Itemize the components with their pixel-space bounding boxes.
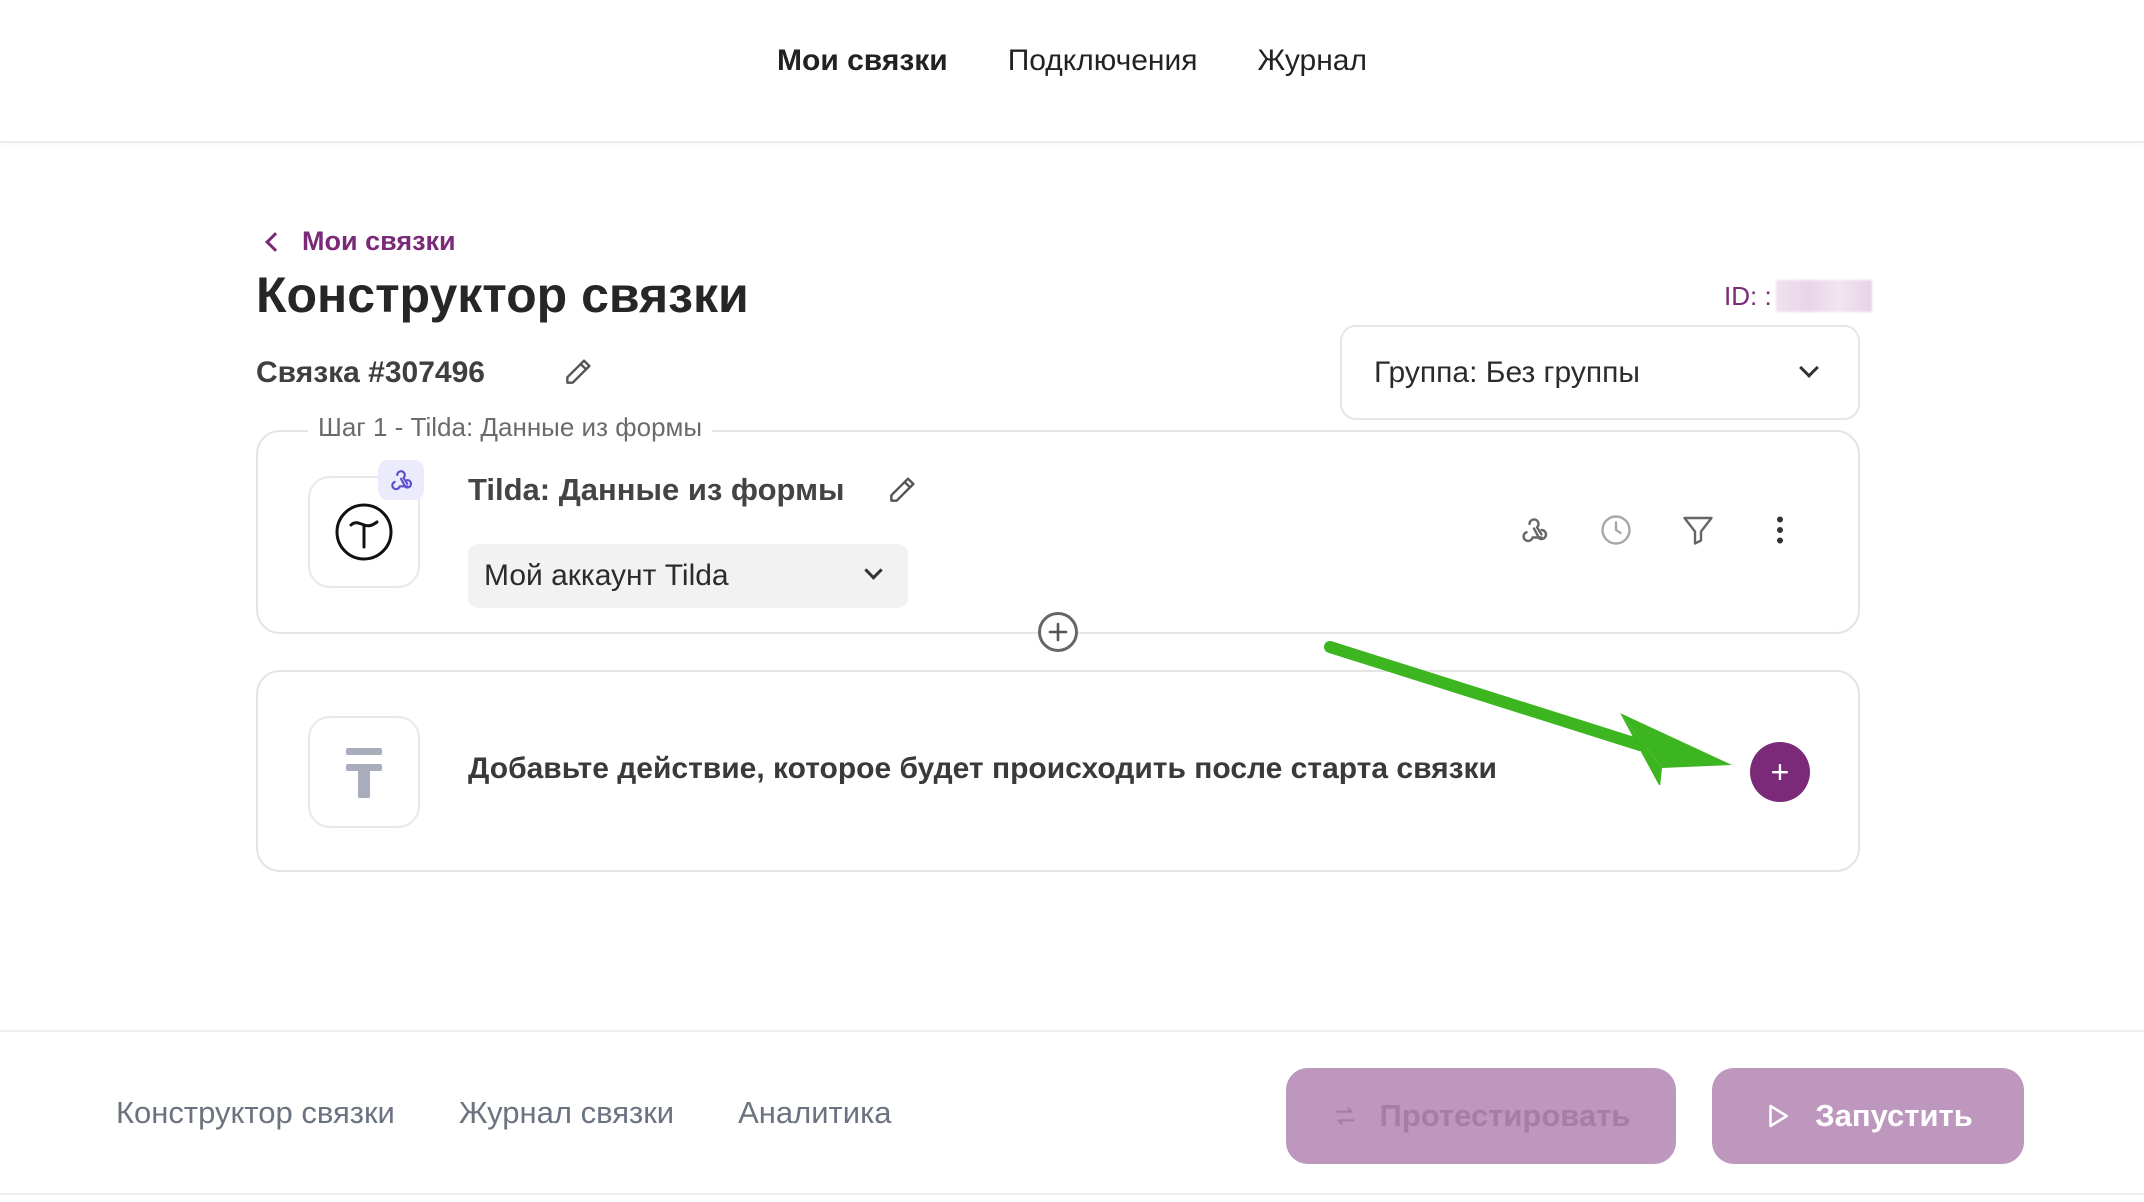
run-button-label: Запустить: [1815, 1098, 1973, 1133]
annotation-arrow: [1324, 641, 1732, 785]
top-nav-journal[interactable]: Журнал: [1258, 44, 1367, 78]
add-action-button[interactable]: +: [1750, 742, 1810, 802]
chevron-left-icon: [265, 231, 285, 252]
run-button[interactable]: Запустить: [1712, 1068, 2024, 1164]
bottom-nav-analytics[interactable]: Аналитика: [738, 1095, 891, 1131]
breadcrumb-label: Мои связки: [302, 226, 456, 256]
top-nav-my-links[interactable]: Мои связки: [777, 44, 948, 78]
webhook-icon: [391, 470, 413, 491]
group-select-value: Группа: Без группы: [1374, 355, 1640, 389]
step-1-card: Шаг 1 - Tilda: Данные из формы Tilda: Да…: [256, 412, 1860, 634]
chevron-down-icon: [1799, 358, 1819, 378]
account-select[interactable]: Мой аккаунт Tilda: [468, 544, 908, 608]
more-vertical-icon[interactable]: [1762, 512, 1798, 548]
top-nav-connections[interactable]: Подключения: [1008, 44, 1198, 78]
step-1-legend: Шаг 1 - Tilda: Данные из формы: [308, 412, 713, 443]
step-1-title: Tilda: Данные из формы: [468, 472, 845, 507]
bottom-nav-constructor[interactable]: Конструктор связки: [116, 1095, 395, 1131]
webhook-icon[interactable]: [1516, 512, 1552, 548]
step-1-toolbar: [1516, 512, 1798, 548]
action-placeholder-icon: [346, 748, 382, 798]
account-select-value: Мой аккаунт Tilda: [484, 559, 729, 592]
breadcrumb-back-link[interactable]: Мои связки: [262, 226, 456, 257]
action-app-tile: [308, 716, 420, 828]
link-name: Связка #307496: [256, 356, 485, 389]
bottom-nav: Конструктор связки Журнал связки Аналити…: [116, 1095, 892, 1131]
bottom-bar: Конструктор связки Журнал связки Аналити…: [0, 1030, 2144, 1195]
tilda-logo-icon: [335, 503, 393, 561]
swap-icon: [1334, 1107, 1355, 1125]
group-select[interactable]: Группа: Без группы: [1340, 325, 1860, 420]
chevron-down-icon: [864, 561, 883, 580]
clock-icon[interactable]: [1598, 512, 1634, 548]
test-button[interactable]: Протестировать: [1286, 1068, 1676, 1164]
page-title: Конструктор связки: [256, 267, 749, 323]
pencil-icon[interactable]: [562, 356, 594, 393]
link-id-value-redacted: [1775, 280, 1872, 312]
plus-circle-icon: [1048, 622, 1068, 642]
link-id: ID: :: [1724, 280, 1872, 312]
play-icon: [1769, 1104, 1789, 1128]
pencil-icon[interactable]: [886, 474, 918, 511]
link-id-label: ID: :: [1724, 280, 1772, 311]
add-step-between-button[interactable]: [1038, 612, 1078, 652]
test-button-label: Протестировать: [1379, 1098, 1631, 1133]
top-nav: Мои связки Подключения Журнал: [0, 44, 2144, 78]
filter-icon[interactable]: [1680, 512, 1716, 548]
webhook-badge: [378, 460, 424, 500]
top-bar: Мои связки Подключения Журнал: [0, 0, 2144, 143]
bottom-nav-link-journal[interactable]: Журнал связки: [459, 1095, 674, 1131]
